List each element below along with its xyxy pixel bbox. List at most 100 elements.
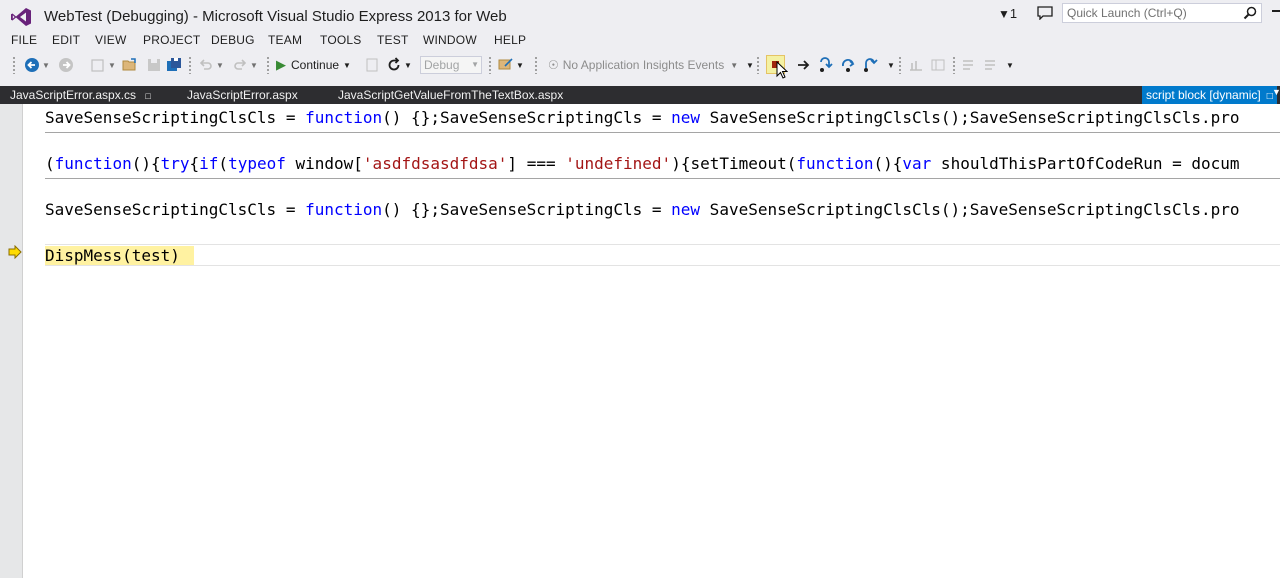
chevron-down-icon: ▼ xyxy=(42,60,50,70)
menu-help[interactable]: HELP xyxy=(494,33,526,47)
chevron-down-icon: ▼ xyxy=(108,60,116,70)
minimize-button[interactable] xyxy=(1272,10,1280,12)
search-icon[interactable] xyxy=(1243,6,1257,20)
comment-icon xyxy=(963,60,973,70)
menu-view[interactable]: VIEW xyxy=(95,33,126,47)
menu-team[interactable]: TEAM xyxy=(268,33,302,47)
open-file-button[interactable] xyxy=(122,56,138,74)
toolbar-separator xyxy=(898,56,902,74)
browser-link-button[interactable]: ▼ xyxy=(498,56,524,74)
filter-flag-icon: ▼ xyxy=(998,7,1010,21)
current-statement-highlight: DispMess(test) xyxy=(45,246,194,265)
toolbar-separator xyxy=(952,56,956,74)
mouse-cursor-icon xyxy=(776,61,788,79)
redo-button[interactable]: ▼ xyxy=(232,56,258,74)
save-all-button[interactable] xyxy=(166,56,182,74)
document-tab-strip: JavaScriptError.aspx.cs □ JavaScriptErro… xyxy=(0,86,1280,104)
menu-file[interactable]: FILE xyxy=(11,33,37,47)
comment-out-button[interactable] xyxy=(960,56,976,74)
menu-bar: FILE EDIT VIEW PROJECT DEBUG TEAM TOOLS … xyxy=(0,32,1280,50)
current-line-frame xyxy=(45,244,1280,266)
chevron-down-icon: ▼ xyxy=(471,60,479,69)
notifications-button[interactable]: ▼1 xyxy=(998,6,1017,21)
step-out-button[interactable] xyxy=(862,56,878,74)
tab-javascriptgetvaluefromthetextbox-aspx[interactable]: JavaScriptGetValueFromTheTextBox.aspx xyxy=(338,88,563,102)
quick-launch-box[interactable] xyxy=(1062,3,1262,23)
pin-icon[interactable]: □ xyxy=(145,91,150,101)
step-into-icon xyxy=(820,57,833,72)
toolbar-separator xyxy=(488,56,492,74)
tab-script-block-dynamic[interactable]: script block [dynamic] □ xyxy=(1142,86,1277,104)
tab-label: script block [dynamic] xyxy=(1146,88,1261,102)
chevron-down-icon: ▼ xyxy=(404,60,412,70)
title-bar: WebTest (Debugging) - Microsoft Visual S… xyxy=(0,0,1280,32)
code-line-2[interactable]: (function(){try{if(typeof window['asdfds… xyxy=(45,154,1240,173)
chart-icon xyxy=(910,61,922,71)
save-all-icon xyxy=(167,58,181,71)
undo-button[interactable]: ▼ xyxy=(198,56,224,74)
step-into-button[interactable] xyxy=(818,56,834,74)
menu-edit[interactable]: EDIT xyxy=(52,33,80,47)
toolbar-overflow-icon[interactable]: ▼ xyxy=(887,61,895,70)
show-next-statement-button[interactable] xyxy=(796,56,812,74)
save-button[interactable] xyxy=(146,56,162,74)
visual-studio-logo-icon xyxy=(11,8,31,26)
hex-display-button[interactable] xyxy=(908,56,924,74)
tab-label: JavaScriptError.aspx.cs xyxy=(10,88,137,102)
toolbar-separator xyxy=(188,56,192,74)
tab-label: JavaScriptGetValueFromTheTextBox.aspx xyxy=(338,88,564,102)
code-line-3[interactable]: SaveSenseScriptingClsCls = function() {}… xyxy=(45,200,1239,219)
navigate-back-button[interactable]: ▼ xyxy=(24,56,50,74)
save-icon xyxy=(148,59,160,71)
indicator-margin[interactable] xyxy=(0,104,22,578)
solution-configuration-select[interactable]: Debug ▼ xyxy=(420,56,482,74)
tab-javascripterror-aspx[interactable]: JavaScriptError.aspx xyxy=(187,88,298,102)
menu-tools[interactable]: TOOLS xyxy=(320,33,361,47)
page-icon xyxy=(366,58,378,72)
lightbulb-icon: ☉ xyxy=(548,58,559,72)
chevron-down-icon: ▼ xyxy=(343,60,351,70)
application-insights-dropdown[interactable]: ☉ No Application Insights Events ▼ xyxy=(548,56,738,74)
uncomment-button[interactable] xyxy=(982,56,998,74)
threads-button[interactable] xyxy=(930,56,946,74)
continue-button[interactable]: ▶ Continue ▼ xyxy=(276,56,351,74)
code-editor[interactable]: SaveSenseScriptingClsCls = function() {}… xyxy=(0,104,1280,578)
feedback-icon[interactable] xyxy=(1037,6,1053,20)
line-separator xyxy=(45,132,1280,133)
open-folder-icon xyxy=(122,58,136,71)
browser-link-icon xyxy=(498,58,513,70)
execution-pointer-arrow-icon xyxy=(8,245,22,259)
tab-javascripterror-aspx-cs[interactable]: JavaScriptError.aspx.cs □ xyxy=(10,88,151,102)
undo-icon xyxy=(199,59,212,70)
redo-icon xyxy=(234,59,247,70)
back-arrow-icon xyxy=(25,58,39,72)
toolbar-separator xyxy=(534,56,538,74)
code-line-1[interactable]: SaveSenseScriptingClsCls = function() {}… xyxy=(45,108,1239,127)
standard-toolbar: ▼ ▼ ▼ ▼ ▶ Continue ▼ ▼ Debug ▼ ▼ ☉ No Ap… xyxy=(0,53,1280,77)
line-separator xyxy=(45,178,1280,179)
step-out-icon xyxy=(864,58,878,72)
menu-project[interactable]: PROJECT xyxy=(143,33,200,47)
chevron-down-icon: ▼ xyxy=(730,60,739,70)
quick-launch-input[interactable] xyxy=(1063,4,1237,22)
current-statement-line[interactable]: DispMess(test) xyxy=(45,246,194,265)
restart-button[interactable]: ▼ xyxy=(386,56,412,74)
window-title: WebTest (Debugging) - Microsoft Visual S… xyxy=(44,8,507,25)
step-over-button[interactable] xyxy=(840,56,856,74)
toolbar-grip[interactable] xyxy=(12,56,16,74)
menu-debug[interactable]: DEBUG xyxy=(211,33,255,47)
step-over-icon xyxy=(842,59,855,72)
chevron-down-icon: ▼ xyxy=(516,60,524,70)
menu-test[interactable]: TEST xyxy=(377,33,408,47)
menu-window[interactable]: WINDOW xyxy=(423,33,477,47)
toolbar-overflow-icon[interactable]: ▼ xyxy=(746,61,754,70)
break-all-button[interactable] xyxy=(364,56,380,74)
continue-label: Continue xyxy=(291,58,340,72)
chevron-down-icon: ▼ xyxy=(216,60,224,70)
toolbar-overflow-icon[interactable]: ▼ xyxy=(1006,61,1014,70)
insights-label: No Application Insights Events xyxy=(562,58,725,72)
tab-list-dropdown-icon[interactable]: ▼ xyxy=(1272,87,1280,97)
play-icon: ▶ xyxy=(276,57,286,72)
navigate-forward-button[interactable] xyxy=(58,56,74,74)
new-project-button[interactable]: ▼ xyxy=(90,56,116,74)
